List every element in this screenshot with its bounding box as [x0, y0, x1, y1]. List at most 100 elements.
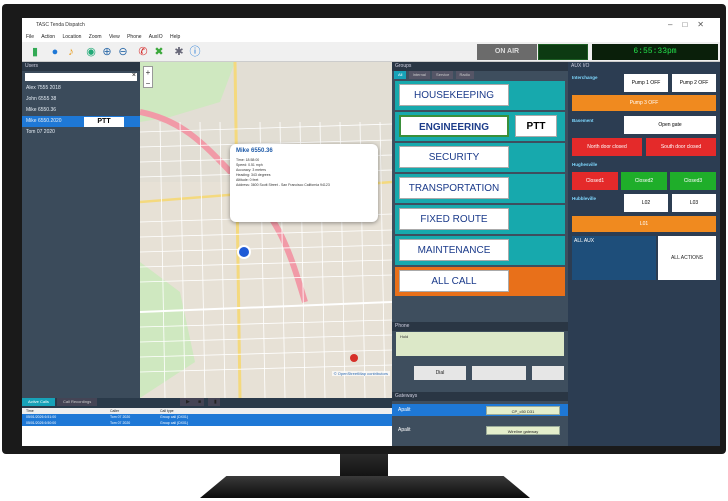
closed1-button[interactable]: Closed1 — [572, 172, 618, 190]
gateways-header: Gateways — [392, 392, 568, 401]
gateway-label: Apalit — [398, 407, 411, 413]
call-log-tabs: Active Calls Call Recordings ▶ ■ ▮ — [22, 398, 392, 406]
menu-file[interactable]: File — [26, 34, 34, 40]
map-zoom-control[interactable]: + − — [143, 66, 153, 88]
clear-search-icon[interactable]: × — [132, 72, 136, 79]
l03-button[interactable]: L03 — [672, 194, 716, 212]
pause-icon[interactable]: ▮ — [208, 398, 220, 406]
menu-location[interactable]: Location — [62, 34, 81, 40]
bell-icon[interactable]: ♪ — [64, 45, 78, 59]
cell-time: 05/01/2026 6:50:00 — [26, 421, 57, 425]
exit-icon[interactable]: ▮ — [28, 45, 42, 59]
popup-line: Address: 3600 Scott Street - San Francis… — [236, 183, 330, 187]
play-icon[interactable]: ▶ — [180, 398, 192, 406]
map-info-popup: Mike 6550.36 Time: 18:58:00 Speed: 0.51 … — [230, 144, 378, 222]
tab-service[interactable]: Service — [432, 71, 454, 79]
gateway-button[interactable]: Wireline gateway — [486, 426, 560, 435]
user-label: Tom 07 2020 — [26, 129, 55, 135]
dial-button[interactable]: Dial — [414, 366, 466, 380]
gateway-item[interactable]: Apalit CP_c50 D31 — [392, 404, 568, 416]
map-view[interactable]: + − Mike 6550.36 Time: 18:58:00 Speed: 0.… — [140, 62, 392, 398]
table-row[interactable]: 05/01/2026 6:50:00 Tom 07 2020 Group cal… — [22, 420, 392, 426]
map-attribution[interactable]: © OpenStreetMap contributors — [331, 371, 390, 376]
pump3-button[interactable]: Pump 3 OFF — [572, 95, 716, 111]
tab-active-calls[interactable]: Active Calls — [22, 398, 55, 406]
tab-radio[interactable]: Radio — [455, 71, 474, 79]
gateway-item[interactable]: Apalit Wireline gateway — [392, 424, 568, 436]
users-header: Users — [22, 62, 140, 71]
user-item[interactable]: Alex 7555 2018 — [22, 83, 140, 94]
tools-icon[interactable]: ✱ — [172, 45, 186, 59]
users-panel: Users × Alex 7555 2018 John 6555 38 Mike… — [22, 62, 140, 398]
user-ptt-button[interactable]: PTT — [84, 117, 124, 127]
phone-panel: Phone Hold Dial — [392, 322, 568, 392]
tab-internal[interactable]: Internal — [408, 71, 430, 79]
play-icon[interactable]: ● — [48, 45, 62, 59]
group-housekeeping-button[interactable]: HOUSEKEEPING — [399, 84, 509, 106]
closed2-button[interactable]: Closed2 — [621, 172, 667, 190]
group-security-button[interactable]: SECURITY — [399, 146, 509, 168]
gateway-button[interactable]: CP_c50 D31 — [486, 406, 560, 415]
aux-section-label: Hubbleville — [572, 196, 597, 201]
window-controls[interactable]: –□✕ — [668, 20, 714, 29]
menu-action[interactable]: Action — [41, 34, 55, 40]
zoom-in-icon[interactable]: ⊕ — [100, 45, 114, 59]
stop-icon[interactable]: ■ — [192, 398, 204, 406]
menu-zoom[interactable]: Zoom — [89, 34, 102, 40]
l01-button[interactable]: L01 — [572, 216, 716, 232]
group-row: ENGINEERING PTT — [395, 112, 565, 141]
popup-title: Mike 6550.36 — [236, 148, 273, 154]
phone-icon[interactable]: ✆ — [136, 45, 150, 59]
all-actions-button[interactable]: ALL ACTIONS — [658, 236, 716, 280]
group-ptt-button[interactable]: PTT — [515, 115, 557, 137]
group-all-call-button[interactable]: ALL CALL — [399, 270, 509, 292]
hangup-icon[interactable]: ✖ — [152, 45, 166, 59]
zoom-out-icon[interactable]: ⊖ — [116, 45, 130, 59]
groups-panel: Groups All Internal Service Radio HOUSEK… — [392, 62, 568, 322]
group-engineering-button[interactable]: ENGINEERING — [399, 115, 509, 137]
phone-display[interactable]: Hold — [396, 332, 564, 356]
user-item[interactable]: Tom 07 2020 — [22, 127, 140, 138]
monitor-neck — [340, 454, 388, 478]
on-air-indicator: ON AIR — [477, 44, 537, 60]
open-gate-button[interactable]: Open gate — [624, 116, 716, 134]
l02-button[interactable]: L02 — [624, 194, 668, 212]
phone-header: Phone — [392, 322, 568, 331]
pump2-button[interactable]: Pump 2 OFF — [672, 74, 716, 92]
aux-section-label: Interchange — [572, 75, 598, 80]
group-row: FIXED ROUTE — [395, 205, 565, 234]
aux-io-panel: AUX I/O Interchange Pump 1 OFF Pump 2 OF… — [568, 62, 720, 446]
monitor-bezel: TASC Tenda Dispatch –□✕ File Action Loca… — [2, 4, 726, 454]
group-maintenance-button[interactable]: MAINTENANCE — [399, 239, 509, 261]
aux-section-label: Basement — [572, 118, 594, 123]
user-item[interactable]: Mike 6550.36 — [22, 105, 140, 116]
group-row: TRANSPORTATION — [395, 174, 565, 203]
north-door-button[interactable]: North door closed — [572, 138, 642, 156]
groups-tabs: All Internal Service Radio — [392, 71, 568, 79]
audio-level-meter — [538, 44, 588, 60]
user-label: Alex 7555 2018 — [26, 85, 61, 91]
menu-auxio[interactable]: AuxIO — [149, 34, 163, 40]
pump1-button[interactable]: Pump 1 OFF — [624, 74, 668, 92]
group-transportation-button[interactable]: TRANSPORTATION — [399, 177, 509, 199]
menu-phone[interactable]: Phone — [127, 34, 141, 40]
tab-call-recordings[interactable]: Call Recordings — [57, 398, 98, 406]
closed3-button[interactable]: Closed3 — [670, 172, 716, 190]
users-search-input[interactable]: × — [25, 72, 137, 81]
user-item-selected[interactable]: Mike 6550.2020 PTT — [22, 116, 140, 127]
aux-section-label: Hughesville — [572, 162, 598, 167]
clock-display: 6:55:33pm — [592, 44, 718, 60]
title-bar: TASC Tenda Dispatch –□✕ — [22, 18, 720, 32]
menu-help[interactable]: Help — [170, 34, 180, 40]
user-item[interactable]: John 6555 38 — [22, 94, 140, 105]
phone-button-blank[interactable] — [532, 366, 564, 380]
all-aux-label: ALL AUX — [572, 236, 656, 280]
south-door-button[interactable]: South door closed — [646, 138, 716, 156]
info-icon[interactable]: ⓘ — [188, 45, 202, 59]
menu-view[interactable]: View — [109, 34, 120, 40]
phone-button-blank[interactable] — [472, 366, 526, 380]
app-window: TASC Tenda Dispatch –□✕ File Action Loca… — [22, 18, 720, 446]
globe-icon[interactable]: ◉ — [84, 45, 98, 59]
group-fixed-route-button[interactable]: FIXED ROUTE — [399, 208, 509, 230]
tab-all[interactable]: All — [394, 71, 407, 79]
